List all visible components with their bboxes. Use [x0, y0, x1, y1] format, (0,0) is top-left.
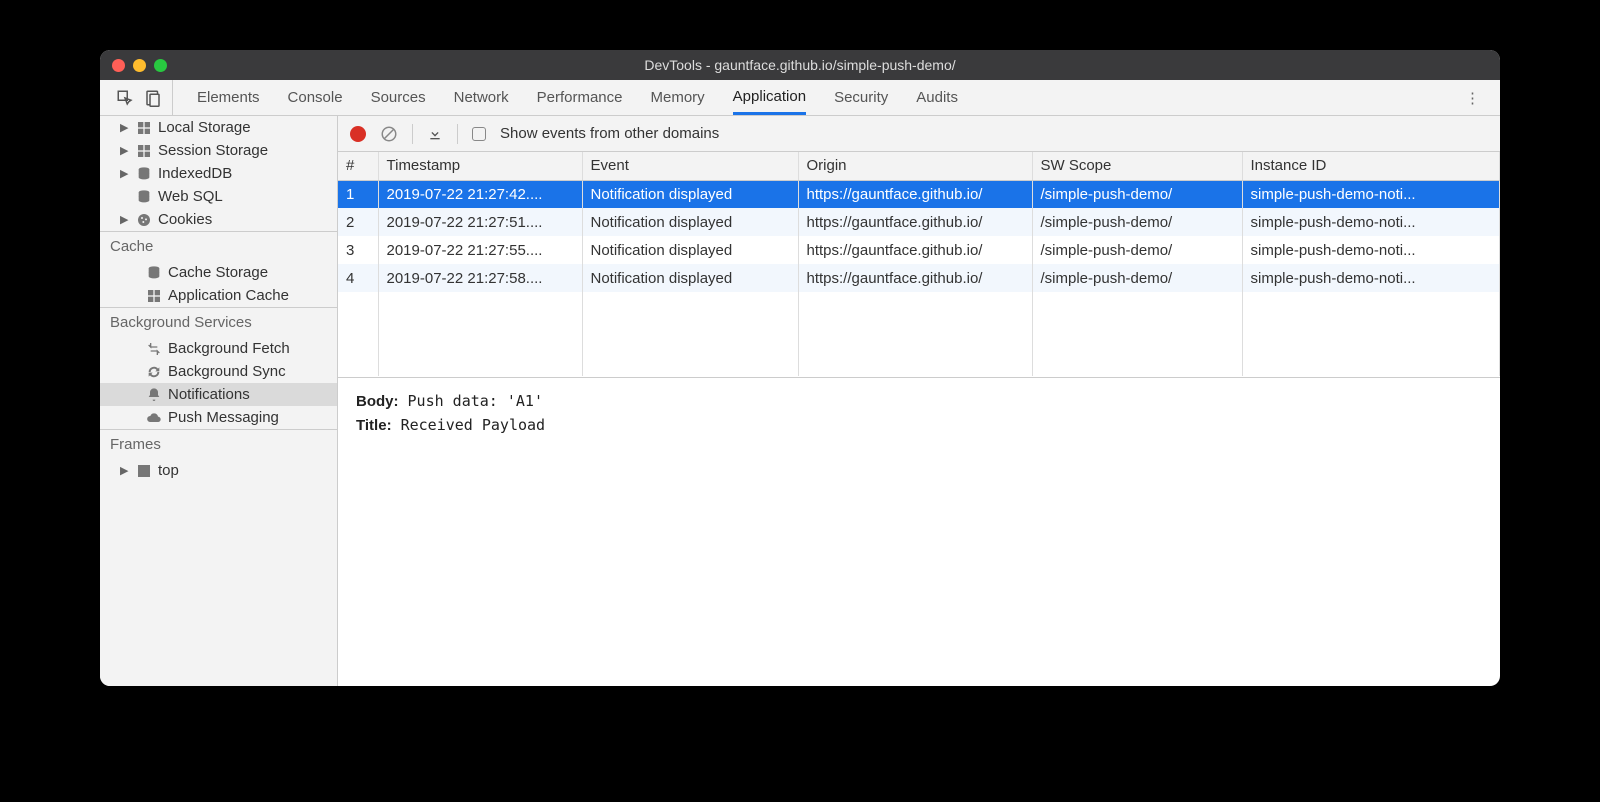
bell-icon: [146, 387, 162, 403]
table-row[interactable]: 12019-07-22 21:27:42....Notification dis…: [338, 180, 1500, 208]
table-row[interactable]: 32019-07-22 21:27:55....Notification dis…: [338, 236, 1500, 264]
tab-performance[interactable]: Performance: [537, 80, 623, 115]
grid-icon: [136, 120, 152, 136]
tab-sources[interactable]: Sources: [371, 80, 426, 115]
sidebar-item-indexeddb[interactable]: ▶IndexedDB: [100, 162, 337, 185]
sidebar-item-local-storage[interactable]: ▶Local Storage: [100, 116, 337, 139]
events-table: #TimestampEventOriginSW ScopeInstance ID…: [338, 152, 1500, 376]
tab-console[interactable]: Console: [288, 80, 343, 115]
details-body-label: Body:: [356, 393, 399, 410]
grid-icon: [136, 143, 152, 159]
toolbar: Show events from other domains: [338, 116, 1500, 152]
db-icon: [146, 265, 162, 281]
db-icon: [136, 189, 152, 205]
sidebar-item-web-sql[interactable]: Web SQL: [100, 185, 337, 208]
sidebar-item-background-fetch[interactable]: Background Fetch: [100, 337, 337, 360]
col-header[interactable]: SW Scope: [1032, 152, 1242, 180]
inspect-icon[interactable]: [116, 89, 134, 107]
col-header[interactable]: Timestamp: [378, 152, 582, 180]
sidebar-item-session-storage[interactable]: ▶Session Storage: [100, 139, 337, 162]
cookie-icon: [136, 212, 152, 228]
col-header[interactable]: Event: [582, 152, 798, 180]
sidebar-section-bg: Background Services: [100, 307, 337, 337]
titlebar: DevTools - gauntface.github.io/simple-pu…: [100, 50, 1500, 80]
sidebar-item-notifications[interactable]: Notifications: [100, 383, 337, 406]
download-icon[interactable]: [427, 126, 443, 142]
table-row[interactable]: 42019-07-22 21:27:58....Notification dis…: [338, 264, 1500, 292]
details-pane: Body: Push data: 'A1' Title: Received Pa…: [338, 378, 1500, 686]
tab-audits[interactable]: Audits: [916, 80, 958, 115]
sidebar-item-cache-storage[interactable]: Cache Storage: [100, 261, 337, 284]
sidebar-section-frames: Frames: [100, 429, 337, 459]
col-header[interactable]: #: [338, 152, 378, 180]
show-other-domains-label: Show events from other domains: [500, 125, 719, 142]
tab-application[interactable]: Application: [733, 80, 806, 115]
tabbar: Elements Console Sources Network Performance…: [100, 80, 1500, 116]
window-title: DevTools - gauntface.github.io/simple-pu…: [100, 57, 1500, 73]
show-other-domains-checkbox[interactable]: [472, 127, 486, 141]
tab-network[interactable]: Network: [454, 80, 509, 115]
sync-icon: [146, 364, 162, 380]
details-body-value: Push data: 'A1': [408, 392, 543, 410]
device-toggle-icon[interactable]: [144, 89, 162, 107]
db-icon: [136, 166, 152, 182]
cloud-icon: [146, 410, 162, 426]
sidebar: ▶Local Storage▶Session Storage▶IndexedDB…: [100, 116, 338, 686]
frame-icon: [136, 463, 152, 479]
sidebar-item-application-cache[interactable]: Application Cache: [100, 284, 337, 307]
more-menu-icon[interactable]: ⋮: [1451, 89, 1494, 107]
grid-icon: [146, 288, 162, 304]
sidebar-item-background-sync[interactable]: Background Sync: [100, 360, 337, 383]
record-button[interactable]: [350, 126, 366, 142]
devtools-window: DevTools - gauntface.github.io/simple-pu…: [100, 50, 1500, 686]
tab-elements[interactable]: Elements: [197, 80, 260, 115]
sidebar-item-push-messaging[interactable]: Push Messaging: [100, 406, 337, 429]
table-row[interactable]: 22019-07-22 21:27:51....Notification dis…: [338, 208, 1500, 236]
clear-icon[interactable]: [380, 125, 398, 143]
sidebar-item-cookies[interactable]: ▶Cookies: [100, 208, 337, 231]
details-title-value: Received Payload: [401, 416, 546, 434]
tab-memory[interactable]: Memory: [651, 80, 705, 115]
tab-security[interactable]: Security: [834, 80, 888, 115]
fetch-icon: [146, 341, 162, 357]
sidebar-item-top[interactable]: ▶top: [100, 459, 337, 482]
sidebar-section-cache: Cache: [100, 231, 337, 261]
col-header[interactable]: Instance ID: [1242, 152, 1500, 180]
details-title-label: Title:: [356, 417, 392, 434]
col-header[interactable]: Origin: [798, 152, 1032, 180]
